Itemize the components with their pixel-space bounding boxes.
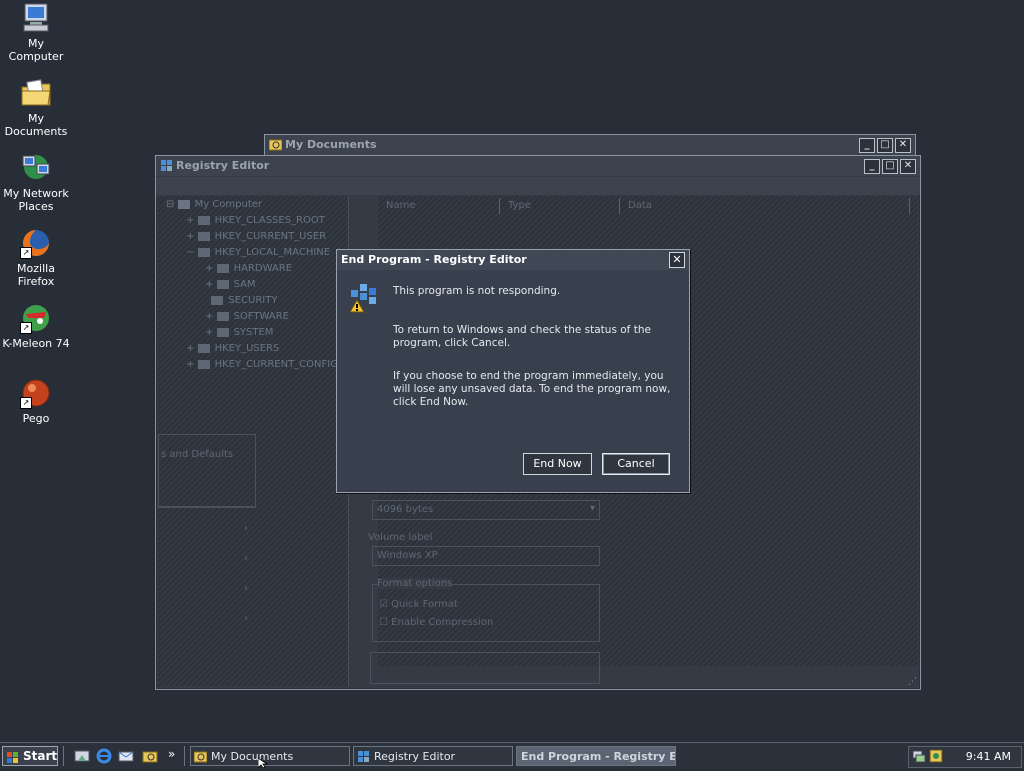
separator (63, 746, 66, 766)
maximize-button[interactable]: □ (882, 159, 898, 174)
ghost-list: › › › › (158, 506, 254, 667)
clock[interactable]: 9:41 AM (966, 750, 1011, 763)
taskbar: Start » My Documents Registry Editor End… (0, 742, 1024, 769)
minimize-button[interactable]: _ (859, 138, 875, 153)
separator (184, 746, 187, 766)
tree-item-software[interactable]: + SOFTWARE (205, 310, 289, 324)
task-label: End Program - Registry E... (521, 750, 676, 763)
desktop-icon-kmeleon[interactable]: ↗ K-Meleon 74 (0, 302, 72, 350)
registry-tree: ⊟ My Computer + HKEY_CLASSES_ROOT + HKEY… (158, 196, 348, 446)
end-now-button[interactable]: End Now (523, 453, 592, 475)
title-bar[interactable]: My Documents _ □ ✕ (265, 135, 915, 155)
dialog-title: End Program - Registry Editor (341, 253, 527, 266)
ghost-combo: 4096 bytes ▾ (372, 500, 600, 520)
resize-grip-icon[interactable]: ⋰ (908, 677, 918, 687)
shortcut-arrow-icon: ↗ (20, 397, 32, 409)
folder-icon (268, 138, 283, 151)
ghost-input: Windows XP (372, 546, 600, 566)
tray-network-icon[interactable] (912, 749, 926, 763)
folder-icon (193, 750, 208, 763)
icon-label: My Documents (4, 112, 68, 138)
ghost-box (370, 652, 600, 684)
column-type[interactable]: Type (500, 198, 620, 214)
tree-item-hku[interactable]: + HKEY_USERS (186, 342, 279, 356)
window-title: My Documents (285, 138, 377, 151)
ghost-group: Format options ☑ Quick Format ☐ Enable C… (372, 578, 600, 642)
icon-label: K-Meleon 74 (2, 337, 70, 350)
start-button[interactable]: Start (2, 746, 58, 766)
windows-logo-icon (7, 751, 19, 763)
task-label: Registry Editor (374, 750, 456, 763)
tree-item-sam[interactable]: + SAM (205, 278, 256, 292)
mouse-cursor-icon (257, 757, 269, 769)
icon-label: Mozilla Firefox (17, 262, 55, 288)
kmeleon-icon: ↗ (20, 302, 52, 334)
start-label: Start (23, 749, 58, 763)
window-title: Registry Editor (176, 159, 270, 172)
dialog-title-bar[interactable]: End Program - Registry Editor ✕ (337, 250, 689, 270)
network-icon (20, 152, 52, 184)
registry-icon (160, 159, 173, 172)
ghost-panel: s and Defaults (158, 434, 256, 508)
task-end-program[interactable]: End Program - Registry E... (516, 746, 676, 766)
show-desktop-icon[interactable] (74, 748, 90, 764)
tray-app-icon[interactable] (929, 749, 943, 763)
minimize-button[interactable]: _ (864, 159, 880, 174)
tree-item-my-computer[interactable]: ⊟ My Computer (166, 198, 262, 212)
tree-item-hkcr[interactable]: + HKEY_CLASSES_ROOT (186, 214, 325, 228)
format-ghost: Allocation unit size 4096 bytes▾ Volume … (368, 486, 600, 686)
tree-item-hkcu[interactable]: + HKEY_CURRENT_USER (186, 230, 326, 244)
close-button[interactable]: ✕ (895, 138, 911, 153)
close-button[interactable]: ✕ (900, 159, 916, 174)
task-label: My Documents (211, 750, 294, 763)
icon-label: My Network Places (3, 187, 69, 213)
tree-item-system[interactable]: + SYSTEM (205, 326, 273, 340)
chevron-icon[interactable]: » (168, 747, 175, 761)
desktop-icon-my-computer[interactable]: My Computer (0, 2, 72, 63)
menu-bar (156, 177, 920, 195)
column-name[interactable]: Name (378, 198, 500, 214)
shortcut-arrow-icon: ↗ (20, 247, 32, 259)
registry-icon (357, 750, 370, 763)
tree-item-hardware[interactable]: + HARDWARE (205, 262, 292, 276)
list-header: Name Type Data (378, 198, 918, 214)
close-button[interactable]: ✕ (669, 252, 685, 268)
icon-label: Pego (22, 412, 50, 425)
system-tray: 9:41 AM (908, 746, 1022, 768)
message-cancel-hint: To return to Windows and check the statu… (393, 324, 651, 349)
internet-explorer-icon[interactable] (96, 748, 112, 764)
cancel-button[interactable]: Cancel (602, 453, 670, 475)
pego-icon: ↗ (20, 377, 52, 409)
shortcut-arrow-icon: ↗ (20, 322, 32, 334)
message-end-now-hint: If you choose to end the program immedia… (393, 370, 671, 408)
tree-item-security[interactable]: SECURITY (205, 294, 277, 308)
computer-icon (20, 2, 52, 34)
task-my-documents[interactable]: My Documents (190, 746, 350, 766)
folder-documents-icon (20, 77, 52, 109)
ghost-text: s and Defaults (161, 449, 234, 460)
ghost-text: Volume label (368, 532, 433, 543)
explorer-icon[interactable] (142, 748, 158, 764)
title-bar[interactable]: Registry Editor _ □ ✕ (156, 156, 920, 176)
desktop-icon-my-documents[interactable]: My Documents (0, 77, 72, 138)
firefox-icon: ↗ (20, 227, 52, 259)
not-responding-icon (347, 280, 381, 314)
maximize-button[interactable]: □ (877, 138, 893, 153)
tree-item-hkcc[interactable]: + HKEY_CURRENT_CONFIG (186, 358, 338, 372)
task-registry-editor[interactable]: Registry Editor (353, 746, 513, 766)
tree-item-hklm[interactable]: − HKEY_LOCAL_MACHINE (186, 246, 330, 260)
end-program-dialog[interactable]: End Program - Registry Editor ✕ This pro… (336, 249, 690, 493)
desktop-icon-pego[interactable]: ↗ Pego (0, 377, 72, 425)
column-data[interactable]: Data (620, 198, 910, 214)
desktop-icon-network[interactable]: My Network Places (0, 152, 72, 213)
icon-label: My Computer (8, 37, 64, 63)
outlook-express-icon[interactable] (118, 748, 134, 764)
desktop-icon-firefox[interactable]: ↗ Mozilla Firefox (0, 227, 72, 288)
message-not-responding: This program is not responding. (393, 285, 561, 297)
